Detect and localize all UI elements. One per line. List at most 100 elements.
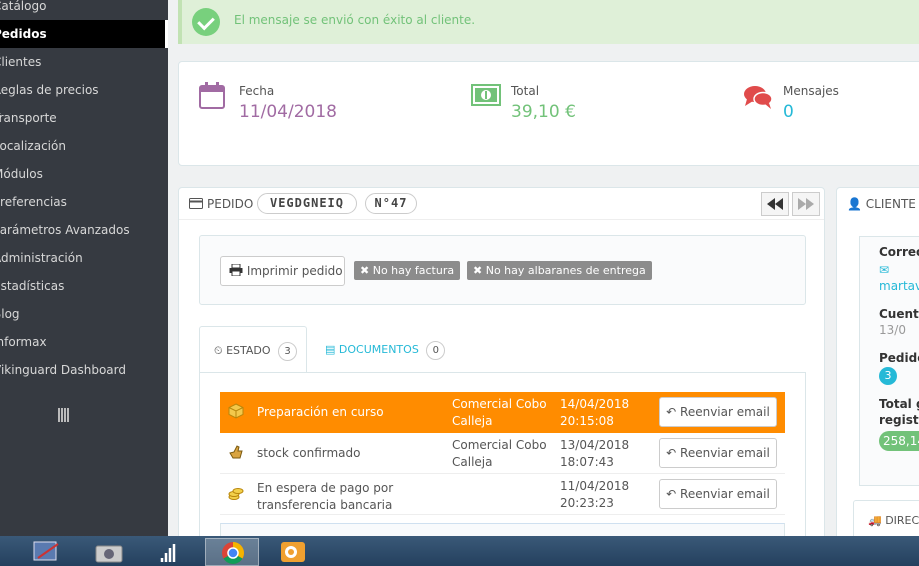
history-date: 11/04/2018 20:23:23 (560, 479, 630, 510)
client-email-label: Correo (879, 245, 919, 259)
money-icon (471, 84, 501, 106)
sidebar-item-localizacion[interactable]: Localización (0, 132, 168, 160)
sidebar-item-blog[interactable]: Blog (0, 300, 168, 328)
kpi-total-value: 39,10 € (511, 102, 576, 122)
history-employee: Comercial Cobo Calleja (452, 438, 547, 469)
tab-status[interactable]: ⏲ ESTADO 3 (199, 326, 307, 373)
envelope-icon: ✉ (879, 263, 890, 277)
history-state: En espera de pago por transferencia banc… (257, 481, 394, 512)
sidebar-item-vikinguard[interactable]: Vikinguard Dashboard (0, 356, 168, 384)
os-taskbar (0, 536, 919, 566)
alert-message: El mensaje se envió con éxito al cliente… (234, 13, 476, 27)
resend-email-button[interactable]: ↶ Reenviar email (659, 438, 777, 468)
sidebar-item-informax[interactable]: Informax (0, 328, 168, 356)
taskbar-network-icon[interactable] (140, 538, 194, 566)
thumbs-up-icon (229, 445, 243, 459)
kpi-date-value: 11/04/2018 (239, 102, 337, 122)
client-account-label: Cuenta (879, 307, 919, 321)
next-order-button[interactable] (792, 192, 820, 216)
kpi-panel: Fecha 11/04/2018 Total 39,10 € Mensajes (178, 61, 919, 166)
tab-status-label: ESTADO (226, 344, 271, 357)
sidebar-item-catalogo[interactable]: Catálogo (0, 0, 168, 20)
sidebar-item-pedidos[interactable]: Pedidos (0, 20, 168, 48)
no-invoice-badge: ✖ No hay factura (354, 261, 461, 280)
order-panel: PEDIDO VEGDGNEIQ N°47 Imprimir pedido ✖ … (178, 187, 825, 536)
order-panel-header: PEDIDO VEGDGNEIQ N°47 (179, 188, 824, 220)
taskbar-chrome-icon[interactable] (205, 538, 259, 566)
taskbar-camera-icon[interactable] (82, 538, 136, 566)
client-title: 👤 CLIENTE (847, 197, 916, 211)
change-status-form (220, 523, 785, 536)
calendar-icon (199, 82, 225, 109)
monitor-icon (33, 541, 59, 561)
client-total-label-2: registr (879, 413, 919, 427)
client-total-badge: 258,14 (879, 431, 919, 451)
order-reference-badge: VEGDGNEIQ (257, 193, 357, 214)
history-row: En espera de pago por transferencia banc… (220, 474, 785, 515)
tab-documents-count: 0 (426, 340, 446, 360)
order-number-badge: N°47 (365, 193, 417, 214)
history-row: Preparación en curso Comercial Cobo Call… (220, 392, 785, 433)
kpi-messages-label: Mensajes (783, 84, 839, 98)
resend-email-button[interactable]: ↶ Reenviar email (659, 479, 777, 509)
file-icon: ▤ (325, 343, 336, 356)
main-content: El mensaje se envió con éxito al cliente… (168, 0, 919, 536)
user-icon: 👤 (847, 197, 862, 211)
sidebar: Catálogo Pedidos Clientes Reglas de prec… (0, 0, 168, 536)
print-order-button[interactable]: Imprimir pedido (220, 256, 345, 286)
clock-icon: ⏲ (214, 344, 223, 357)
print-order-label: Imprimir pedido (246, 264, 343, 278)
tab-status-count: 3 (278, 341, 298, 361)
resend-email-button[interactable]: ↶ Reenviar email (659, 397, 777, 427)
package-icon (228, 403, 244, 419)
sidebar-collapse-icon[interactable] (58, 408, 70, 422)
client-details: Correo ✉ martav Cuenta 13/0 Pedido 3 Tot… (859, 236, 919, 486)
address-panel: 🚚 DIREC (853, 500, 919, 536)
outlook-icon (281, 542, 305, 562)
sidebar-item-reglas-precios[interactable]: Reglas de precios (0, 76, 168, 104)
sidebar-item-administracion[interactable]: Administración (0, 244, 168, 272)
tab-documents[interactable]: ▤ DOCUMENTOS 0 (325, 326, 446, 373)
sidebar-item-modulos[interactable]: Módulos (0, 160, 168, 188)
sidebar-item-clientes[interactable]: Clientes (0, 48, 168, 76)
client-email-link[interactable]: martav (879, 279, 919, 293)
truck-icon: 🚚 (868, 514, 882, 527)
client-orders-badge: 3 (879, 367, 897, 385)
success-alert: El mensaje se envió con éxito al cliente… (178, 0, 919, 44)
coins-icon (228, 488, 244, 500)
reply-icon: ↶ (666, 405, 677, 419)
client-account-value: 13/0 (879, 323, 906, 337)
forward-icon (798, 198, 814, 210)
taskbar-app-icon[interactable] (24, 538, 78, 566)
history-employee: Comercial Cobo Calleja (452, 397, 547, 428)
status-history: Preparación en curso Comercial Cobo Call… (199, 372, 806, 536)
history-date: 13/04/2018 18:07:43 (560, 438, 630, 469)
taskbar-outlook-icon[interactable] (267, 538, 321, 566)
previous-order-button[interactable] (761, 192, 789, 216)
wifi-icon (160, 544, 176, 562)
history-state: Preparación en curso (257, 405, 384, 419)
sidebar-item-parametros[interactable]: Parámetros Avanzados (0, 216, 168, 244)
sidebar-item-estadisticas[interactable]: Estadísticas (0, 272, 168, 300)
history-date: 14/04/2018 20:15:08 (560, 397, 630, 428)
kpi-messages-value: 0 (783, 102, 794, 122)
check-circle-icon (192, 8, 220, 36)
kpi-total-label: Total (511, 84, 540, 98)
backward-icon (767, 198, 783, 210)
camera-icon (95, 545, 123, 563)
credit-card-icon (189, 198, 203, 209)
chrome-icon (222, 542, 244, 564)
client-total-label-1: Total g (879, 397, 919, 411)
order-title: PEDIDO (207, 197, 254, 211)
sidebar-item-preferencias[interactable]: Preferencias (0, 188, 168, 216)
history-state: stock confirmado (257, 446, 361, 460)
history-row: stock confirmado Comercial Cobo Calleja … (220, 433, 785, 474)
reply-icon: ↶ (666, 446, 677, 460)
tab-documents-label: DOCUMENTOS (338, 343, 419, 356)
client-orders-label: Pedido (879, 351, 919, 365)
sidebar-item-transporte[interactable]: Transporte (0, 104, 168, 132)
address-title: 🚚 DIREC (868, 514, 919, 527)
client-panel: 👤 CLIENTE Correo ✉ martav Cuenta 13/0 Pe… (836, 187, 919, 536)
kpi-date-label: Fecha (239, 84, 275, 98)
reply-icon: ↶ (666, 487, 677, 501)
